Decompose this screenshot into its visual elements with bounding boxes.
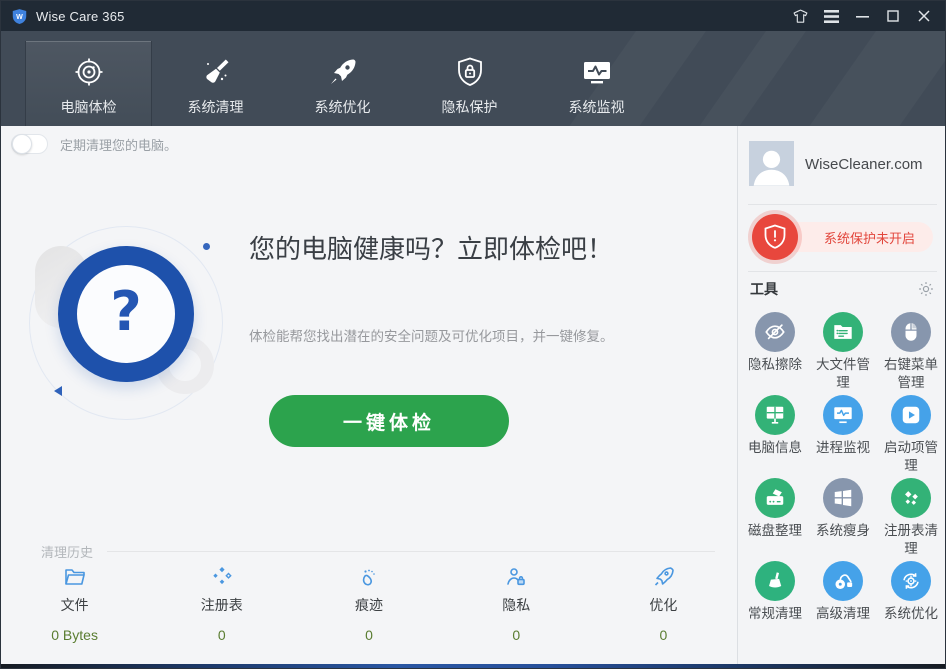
tool-system-tuneup[interactable]: 系统优化 xyxy=(877,561,945,644)
titlebar: W Wise Care 365 xyxy=(1,1,945,31)
stat-value: 0 xyxy=(512,627,520,643)
skin-tshirt-icon[interactable] xyxy=(789,5,811,27)
monitor-pulse-icon xyxy=(823,395,863,435)
diamonds-icon xyxy=(891,478,931,518)
question-mark: ? xyxy=(110,285,141,339)
main-navigation: 电脑体检 系统清理 xyxy=(1,31,945,126)
disk-icon xyxy=(755,478,795,518)
stat-files: 文件 0 Bytes xyxy=(1,564,148,643)
health-question-illustration: ? xyxy=(21,216,236,411)
tool-privacy-eraser[interactable]: 隐私擦除 xyxy=(741,312,809,395)
tool-common-cleaner[interactable]: 常规清理 xyxy=(741,561,809,644)
tab-system-cleaner[interactable]: 系统清理 xyxy=(152,41,279,126)
windows-icon xyxy=(823,478,863,518)
checkup-target-icon xyxy=(73,55,105,89)
stat-value: 0 xyxy=(365,627,373,643)
schedule-clean-toggle[interactable] xyxy=(11,134,48,154)
broom-icon xyxy=(200,55,232,89)
stat-value: 0 Bytes xyxy=(51,627,98,643)
user-privacy-icon xyxy=(504,564,528,590)
play-icon xyxy=(891,395,931,435)
stat-registry: 注册表 0 xyxy=(148,564,295,643)
protection-alert-pill[interactable]: 系统保护未开启 xyxy=(776,222,933,252)
shield-lock-icon xyxy=(455,55,485,89)
monitor-pulse-icon xyxy=(580,55,614,89)
folder-list-icon xyxy=(823,312,863,352)
hero-subtitle: 体检能帮您找出潜在的安全问题及可优化项目，并一键修复。 xyxy=(249,325,614,345)
window-bottom-edge xyxy=(1,664,945,668)
vacuum-icon xyxy=(823,561,863,601)
folder-icon xyxy=(63,564,87,590)
account-name[interactable]: WiseCleaner.com xyxy=(805,156,923,173)
minimize-icon[interactable] xyxy=(851,5,873,27)
menu-hamburger-icon[interactable] xyxy=(820,5,842,27)
app-window: W Wise Care 365 xyxy=(0,0,946,669)
stat-value: 0 xyxy=(218,627,226,643)
tool-disk-defrag[interactable]: 磁盘整理 xyxy=(741,478,809,561)
clean-history-title: 清理历史 xyxy=(41,542,93,561)
divider-line xyxy=(107,551,715,552)
avatar[interactable] xyxy=(749,141,794,186)
divider xyxy=(748,271,937,272)
decor-streak xyxy=(778,31,945,126)
question-circle-icon: ? xyxy=(58,246,194,382)
tool-advanced-cleaner[interactable]: 高级清理 xyxy=(809,561,877,644)
tool-process-monitor[interactable]: 进程监视 xyxy=(809,395,877,478)
protection-shield-alert-icon[interactable] xyxy=(752,214,798,260)
stat-value: 0 xyxy=(660,627,668,643)
window-title: Wise Care 365 xyxy=(36,9,125,24)
toggle-knob xyxy=(12,134,32,154)
registry-diamonds-icon xyxy=(210,564,234,590)
tool-big-files-manager[interactable]: 大文件管理 xyxy=(809,312,877,395)
tool-context-menu-manager[interactable]: 右键菜单管理 xyxy=(877,312,945,395)
hero-title: 您的电脑健康吗？立即体检吧！ xyxy=(249,229,613,266)
tools-section-title: 工具 xyxy=(750,279,778,299)
tab-label: 系统清理 xyxy=(188,97,244,117)
close-icon[interactable] xyxy=(913,5,935,27)
tools-settings-gear-icon[interactable] xyxy=(917,280,935,298)
tab-system-tuneup[interactable]: 系统优化 xyxy=(279,41,406,126)
tool-system-slimming[interactable]: 系统瘦身 xyxy=(809,478,877,561)
decor-dot xyxy=(203,243,210,250)
app-logo-shield-icon: W xyxy=(11,8,28,25)
main-panel: 定期清理您的电脑。 ? 您的电脑健康吗？立即体检吧！ 体检能帮您找出潜在的安全问… xyxy=(1,126,737,666)
clean-history-stats: 文件 0 Bytes 注册表 0 xyxy=(1,564,737,643)
maximize-icon[interactable] xyxy=(882,5,904,27)
footprint-icon xyxy=(357,564,381,590)
tab-label: 电脑体检 xyxy=(61,97,117,117)
tool-registry-cleaner[interactable]: 注册表清理 xyxy=(877,478,945,561)
tool-startup-manager[interactable]: 启动项管理 xyxy=(877,395,945,478)
tab-label: 隐私保护 xyxy=(442,97,498,117)
sidebar: WiseCleaner.com 系统保护未开启 工具 xyxy=(738,126,946,666)
one-click-checkup-button[interactable]: 一键体检 xyxy=(269,395,509,447)
decor-triangle xyxy=(54,386,62,396)
broom-icon xyxy=(755,561,795,601)
tab-label: 系统优化 xyxy=(315,97,371,117)
rocket-icon xyxy=(327,55,359,89)
stat-traces: 痕迹 0 xyxy=(295,564,442,643)
gear-sync-icon xyxy=(891,561,931,601)
stat-privacy: 隐私 0 xyxy=(443,564,590,643)
mouse-icon xyxy=(891,312,931,352)
tab-label: 系统监视 xyxy=(569,97,625,117)
svg-text:W: W xyxy=(16,12,23,20)
tab-pc-checkup[interactable]: 电脑体检 xyxy=(25,41,152,126)
rocket-icon xyxy=(651,564,675,590)
tab-privacy-protector[interactable]: 隐私保护 xyxy=(406,41,533,126)
tab-system-monitor[interactable]: 系统监视 xyxy=(533,41,660,126)
protection-alert-text: 系统保护未开启 xyxy=(824,228,915,247)
schedule-clean-label: 定期清理您的电脑。 xyxy=(60,135,177,154)
stat-tuneup: 优化 0 xyxy=(590,564,737,643)
monitor-info-icon xyxy=(755,395,795,435)
tools-grid: 隐私擦除 大文件管理 xyxy=(741,312,945,644)
divider xyxy=(748,204,937,205)
tool-pc-information[interactable]: 电脑信息 xyxy=(741,395,809,478)
eye-off-icon xyxy=(755,312,795,352)
